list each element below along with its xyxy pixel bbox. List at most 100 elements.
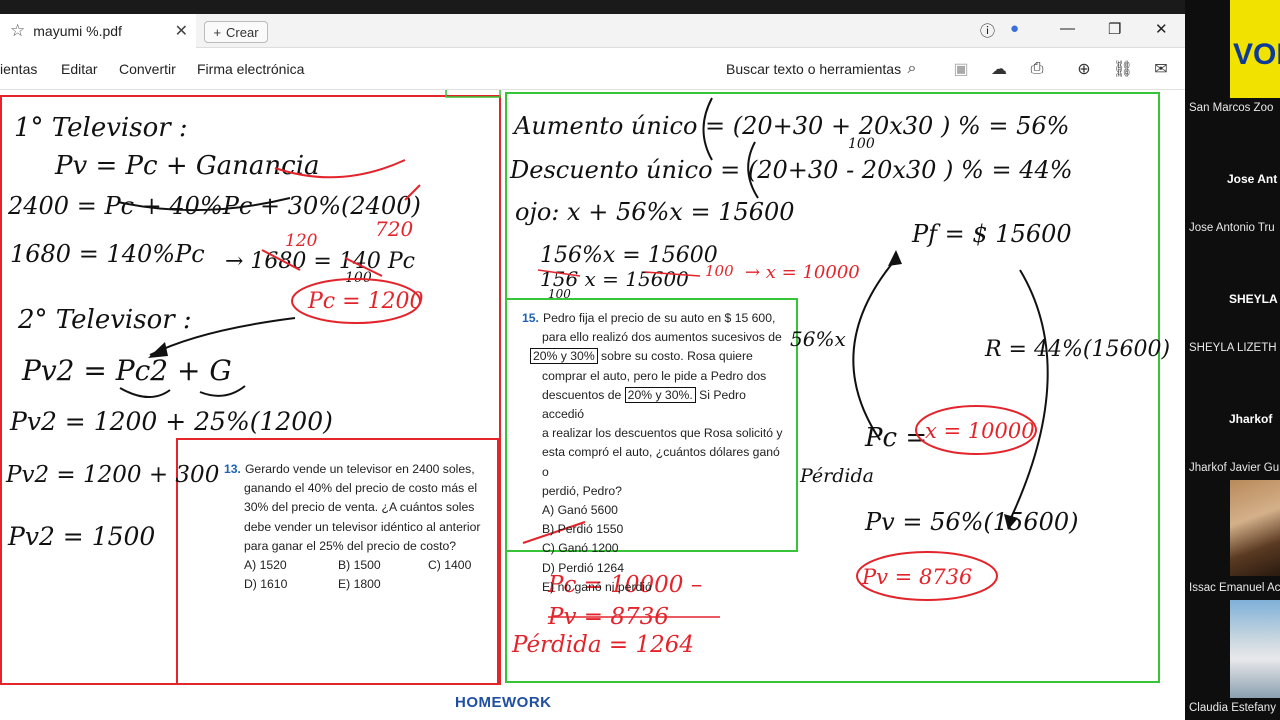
hw-denom: 100: [345, 270, 372, 286]
problem13-options: A) 1520 B) 1500 C) 1400 D) 1610 E) 1800: [224, 556, 486, 594]
menu-edit[interactable]: Editar: [61, 61, 98, 77]
footer-label: HOMEWORK: [455, 694, 552, 711]
problem-15: 15. Pedro fija el precio de su auto en $…: [522, 309, 784, 597]
window-close-icon[interactable]: ✕: [1155, 20, 1168, 38]
document-tab[interactable]: ☆ mayumi %.pdf ✕: [0, 14, 196, 48]
hw-sum-loss: Pérdida = 1264: [511, 632, 694, 658]
problem13-line-3: 30% del precio de venta. ¿A cuántos sole…: [244, 500, 475, 515]
hw-pf: Pf = $ 15600: [911, 220, 1072, 248]
title-strip: [0, 0, 1185, 14]
upload-icon[interactable]: ☁: [988, 58, 1010, 80]
participant-label: Jharkof: [1229, 412, 1273, 426]
hw-pv: Pv = 56%(15600): [864, 508, 1079, 536]
hw-r2: Descuento único = (20+30 - 20x30 ) % = 4…: [509, 156, 1073, 184]
hw-red100: 100: [705, 262, 734, 280]
option-a: A) Ganó 5600: [542, 503, 618, 518]
option-b: B) 1500: [338, 558, 381, 573]
problem15-line-7: esta compró el auto, ¿cuántos dólares ga…: [542, 445, 780, 479]
hw-r5den: 100: [548, 287, 571, 301]
option-b: B) Perdió 1550: [542, 522, 624, 537]
left-red-frame: [0, 95, 501, 685]
print-icon[interactable]: ⎙: [1026, 58, 1048, 80]
problem15-line-8: perdió, Pedro?: [542, 483, 622, 498]
hw-720: 720: [375, 217, 413, 241]
participant-name: Jharkof Javier Gu: [1189, 462, 1280, 474]
participants-panel: VOI San Marcos Zoo Jose Ant Jose Antonio…: [1185, 0, 1280, 720]
hw-eq1: Pv = Pc + Ganancia: [54, 151, 320, 181]
participant-name: Claudia Estefany: [1189, 702, 1276, 714]
hw-title1: 1° Televisor :: [14, 113, 188, 143]
channel-logo: VOI: [1230, 0, 1280, 98]
problem15-line-5a: descuentos de: [542, 387, 625, 402]
logo-text: VOI: [1233, 38, 1280, 71]
menu-sign[interactable]: Firma electrónica: [197, 61, 304, 77]
participant-name: Issac Emanuel Ac: [1189, 582, 1280, 594]
menu-convert[interactable]: Convertir: [119, 61, 176, 77]
option-a: A) 1520: [244, 558, 287, 573]
participant-name: SHEYLA LIZETH C: [1189, 342, 1280, 354]
hw-56: 56%x: [790, 327, 846, 351]
hw-title2: 2° Televisor :: [17, 305, 192, 335]
participant-label: SHEYLA: [1229, 292, 1278, 306]
hw-eq6: Pv2 = 1200 + 300: [5, 462, 219, 488]
search-icon[interactable]: ⌕: [901, 58, 923, 80]
boxed-percent-1: 20% y 30%: [530, 348, 598, 365]
hw-eq2: 2400 = Pc + 40%Pc + 30%(2400): [7, 192, 421, 220]
problem13-number: 13.: [224, 462, 241, 476]
hw-r4: 156%x = 15600: [540, 243, 718, 268]
option-c: C) Ganó 1200: [542, 541, 619, 556]
hw-pcval: x = 10000: [925, 419, 1035, 443]
problem-13: 13. Gerardo vende un televisor en 2400 s…: [224, 460, 486, 594]
option-e: E) no ganó ni perdió: [542, 579, 652, 594]
hw-r1den: 100: [848, 136, 875, 152]
hw-eq5: Pv2 = 1200 + 25%(1200): [9, 407, 333, 436]
star-icon[interactable]: ☆: [10, 21, 25, 41]
hw-eq3: 1680 = 140%Pc: [10, 240, 205, 268]
participant-name: San Marcos Zoo: [1189, 102, 1274, 114]
menu-tools[interactable]: ientas: [0, 61, 37, 77]
hw-result1: Pc = 1200: [307, 289, 424, 314]
problem13-line-2: ganando el 40% del precio de costo más e…: [244, 481, 478, 496]
menu-bar: ientas Editar Convertir Firma electrónic…: [0, 48, 1185, 90]
mail-icon[interactable]: ✉: [1150, 58, 1172, 80]
globe-icon[interactable]: ●: [1010, 20, 1019, 37]
hw-r44: R = 44%(15600): [984, 337, 1170, 362]
help-icon[interactable]: ⓘ: [980, 20, 995, 41]
hw-r1: Aumento único = (20+30 + 20x30 ) % = 56%: [512, 112, 1069, 140]
save-icon[interactable]: ▣: [950, 58, 972, 80]
restore-icon[interactable]: ❐: [1108, 20, 1121, 38]
hw-eq4: Pv2 = Pc2 + G: [21, 354, 232, 387]
boxed-percent-2: 20% y 30%.: [624, 386, 696, 403]
close-icon[interactable]: ✕: [175, 21, 188, 41]
problem15-line-6: a realizar los descuentos que Rosa solic…: [542, 426, 783, 441]
plus-icon: +: [213, 24, 222, 40]
search-user-icon[interactable]: ⊕: [1073, 58, 1095, 80]
hw-120: 120: [285, 231, 318, 251]
option-c: C) 1400: [428, 558, 472, 573]
participant-name: Jose Antonio Tru: [1189, 222, 1275, 234]
participant-video: [1230, 480, 1280, 576]
tab-bar: ☆ mayumi %.pdf ✕ + Crear ⓘ ● — ❐ ✕: [0, 14, 1185, 48]
participant-video: [1230, 600, 1280, 698]
option-d: D) 1610: [244, 577, 288, 592]
create-label: Crear: [226, 24, 259, 40]
problem15-number: 15.: [522, 311, 539, 325]
create-button[interactable]: + Crear: [204, 21, 268, 43]
problem15-options: A) Ganó 5600 B) Perdió 1550 C) Ganó 1200…: [522, 501, 784, 597]
document-canvas[interactable]: 1° Televisor : Pv = Pc + Ganancia 2400 =…: [0, 90, 1185, 720]
option-e: E) 1800: [338, 577, 381, 592]
link-icon[interactable]: ⛓: [1112, 58, 1134, 80]
problem15-line-3: sobre su costo. Rosa quiere: [597, 349, 753, 364]
hw-r3: ojo: x + 56%x = 15600: [515, 198, 795, 226]
minimize-icon[interactable]: —: [1060, 20, 1075, 37]
hw-eq7: Pv2 = 1500: [7, 522, 155, 551]
hw-perdida: Pérdida: [799, 465, 874, 487]
search-tools-button[interactable]: Buscar texto o herramientas: [726, 61, 901, 77]
problem15-line-1: Pedro fija el precio de su auto en $ 15 …: [542, 311, 776, 325]
problem13-line-4: debe vender un televisor idéntico al ant…: [244, 519, 481, 534]
problem15-line-2: para ello realizó dos aumentos sucesivos…: [542, 330, 782, 345]
problem13-line-5: para ganar el 25% del precio de costo?: [244, 538, 457, 553]
participant-label: Jose Ant: [1227, 172, 1278, 186]
tab-title: mayumi %.pdf: [33, 23, 122, 39]
option-d: D) Perdió 1264: [542, 560, 624, 575]
